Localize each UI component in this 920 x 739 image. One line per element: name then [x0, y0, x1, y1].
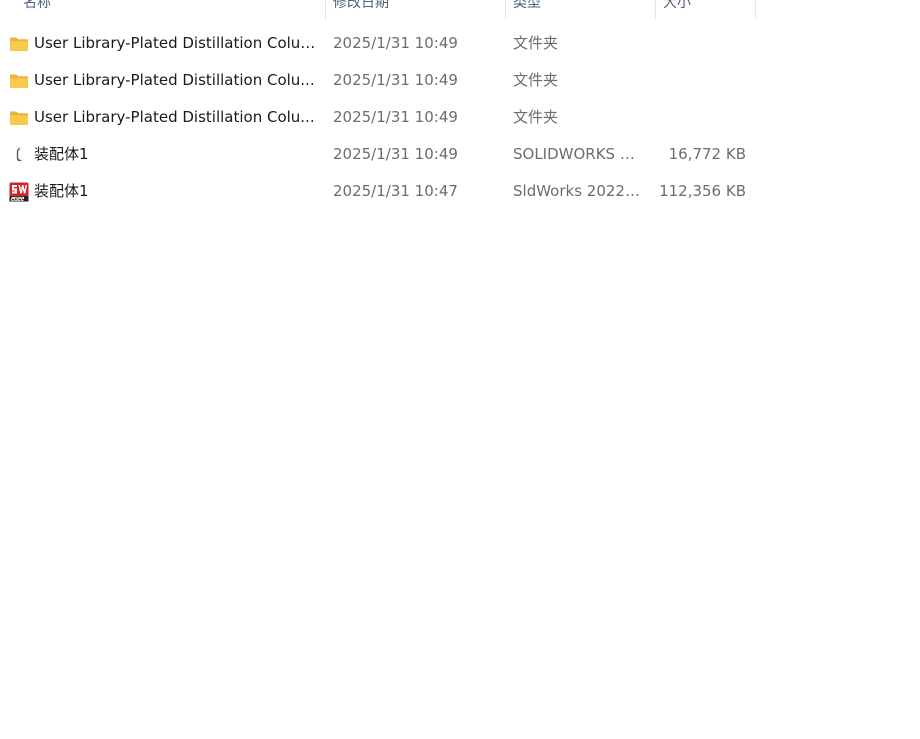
- file-size: [657, 25, 746, 62]
- file-date: 2025/1/31 10:49: [333, 108, 458, 126]
- column-divider[interactable]: [325, 0, 326, 19]
- sldworks-2022-icon: [9, 182, 29, 202]
- file-size: [657, 62, 746, 99]
- file-type: 文件夹: [513, 71, 559, 89]
- file-type: 文件夹: [513, 108, 559, 126]
- column-divider[interactable]: [755, 0, 756, 19]
- file-row[interactable]: User Library-Plated Distillation Colu...…: [0, 99, 760, 136]
- file-type: 文件夹: [513, 34, 559, 52]
- file-list: User Library-Plated Distillation Column …: [0, 25, 760, 210]
- file-name: 装配体1: [34, 145, 89, 163]
- column-divider[interactable]: [505, 0, 506, 19]
- folder-icon: [9, 71, 29, 91]
- file-date: 2025/1/31 10:49: [333, 71, 458, 89]
- column-divider[interactable]: [655, 0, 656, 19]
- file-row[interactable]: User Library-Plated Distillation Colu...…: [0, 62, 760, 99]
- file-name: User Library-Plated Distillation Colu...: [34, 71, 315, 89]
- file-size: 16,772 KB: [668, 145, 746, 163]
- file-date: 2025/1/31 10:47: [333, 182, 458, 200]
- solidworks-assembly-icon: [9, 145, 29, 165]
- column-header-size[interactable]: 大小: [663, 0, 753, 19]
- file-row[interactable]: User Library-Plated Distillation Column …: [0, 25, 760, 62]
- folder-icon: [9, 108, 29, 128]
- column-header-date[interactable]: 修改日期: [333, 0, 503, 19]
- file-date: 2025/1/31 10:49: [333, 145, 458, 163]
- file-row[interactable]: 装配体1 2025/1/31 10:49 SOLIDWORKS A... 16,…: [0, 136, 760, 173]
- file-size: [657, 99, 746, 136]
- file-name: 装配体1: [34, 182, 89, 200]
- column-header-type[interactable]: 类型: [513, 0, 653, 19]
- file-type: SOLIDWORKS A...: [513, 145, 643, 163]
- file-row[interactable]: 装配体1 2025/1/31 10:47 SldWorks 2022 ... 1…: [0, 173, 760, 210]
- file-name: User Library-Plated Distillation Column: [34, 34, 318, 52]
- column-header-name[interactable]: 名称: [23, 0, 323, 19]
- file-name: User Library-Plated Distillation Colu...: [34, 108, 315, 126]
- file-size: 112,356 KB: [659, 182, 746, 200]
- file-type: SldWorks 2022 ...: [513, 182, 643, 200]
- file-date: 2025/1/31 10:49: [333, 34, 458, 52]
- column-header: 名称 修改日期 类型 大小: [0, 0, 760, 19]
- folder-icon: [9, 34, 29, 54]
